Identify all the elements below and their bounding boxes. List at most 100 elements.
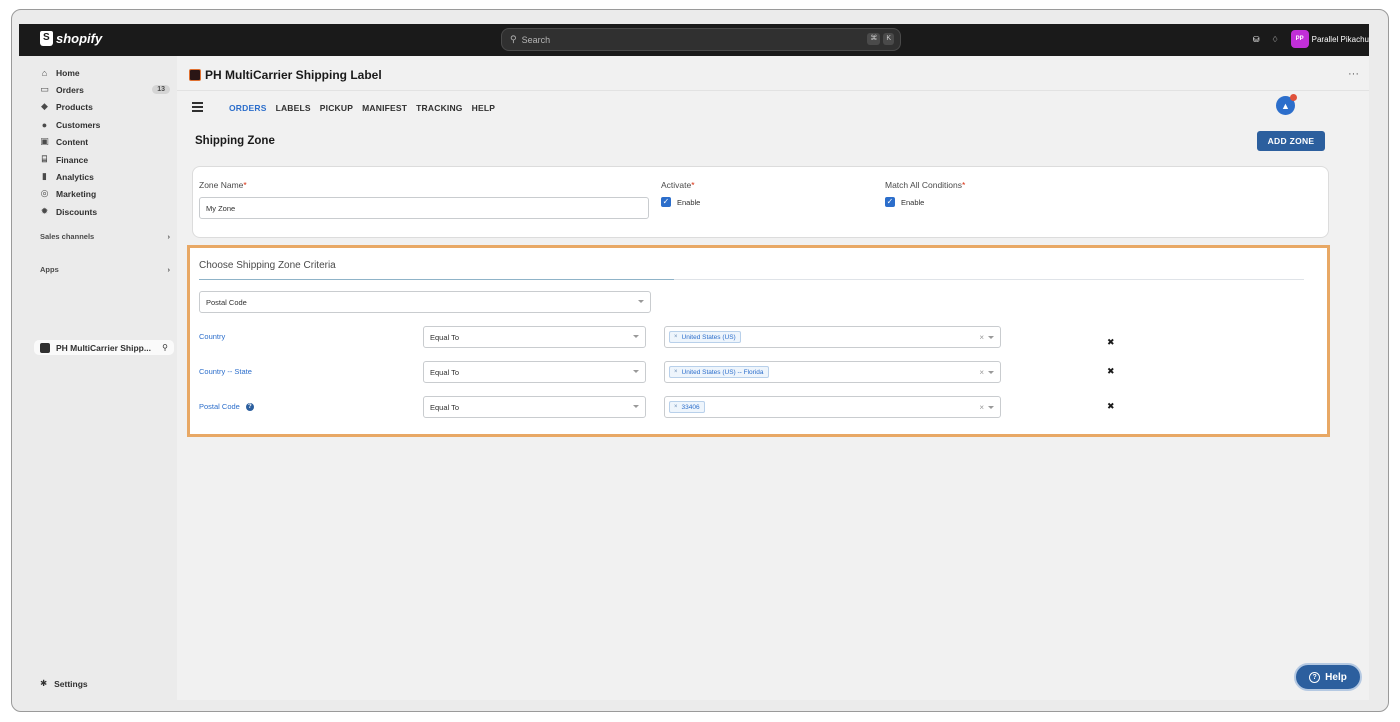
more-actions-icon[interactable]: ··· xyxy=(1348,68,1359,80)
apps-label: Apps xyxy=(40,265,59,274)
bell-glyph: ▲ xyxy=(1281,100,1290,111)
clear-icon[interactable]: × xyxy=(979,403,984,412)
selected-tag[interactable]: × 33406 xyxy=(669,401,705,413)
sidebar-item-products[interactable]: ◆ Products xyxy=(40,100,170,113)
notification-bell-icon[interactable]: ♢ xyxy=(1271,35,1278,44)
app-icon xyxy=(40,342,50,353)
store-icon[interactable]: ⛁ xyxy=(1253,35,1260,44)
delete-row-icon[interactable]: ✖ xyxy=(1107,337,1115,348)
zone-name-field[interactable] xyxy=(199,197,649,219)
criteria-row-label-country: Country xyxy=(199,332,226,341)
multiselect-controls: × xyxy=(979,368,994,377)
pin-icon[interactable]: ⚲ xyxy=(162,343,168,352)
match-all-label: Match All Conditions* xyxy=(885,180,966,190)
sales-channels-section[interactable]: Sales channels › xyxy=(40,232,170,241)
selected-tag[interactable]: × United States (US) xyxy=(669,331,741,343)
sidebar-item-orders[interactable]: ▭ Orders 13 xyxy=(40,83,170,96)
help-button-label: Help xyxy=(1325,671,1347,683)
state-operator-select[interactable]: Equal To xyxy=(423,361,646,383)
k-key: K xyxy=(883,33,894,45)
user-menu[interactable]: PP Parallel Pikachu xyxy=(1290,30,1369,48)
sidebar-item-finance[interactable]: ⌸ Finance xyxy=(40,153,170,166)
app-tabs: ORDERS LABELS PICKUP MANIFEST TRACKING H… xyxy=(229,103,495,113)
orders-count-badge: 13 xyxy=(152,85,170,94)
criteria-type-value: Postal Code xyxy=(206,297,247,307)
criteria-row-label-postal-code: Postal Code ? xyxy=(199,402,254,411)
match-option-label: Enable xyxy=(901,197,925,207)
question-icon[interactable]: ? xyxy=(245,402,254,411)
sidebar-item-discounts[interactable]: ✹ Discounts xyxy=(40,205,170,218)
search-icon: ⚲ xyxy=(510,34,517,44)
delete-row-icon[interactable]: ✖ xyxy=(1107,366,1115,377)
match-all-checkbox[interactable]: ✓ Enable xyxy=(885,197,924,207)
settings-label: Settings xyxy=(54,678,88,689)
chevron-right-icon: › xyxy=(167,232,171,241)
delete-row-icon[interactable]: ✖ xyxy=(1107,401,1115,412)
criteria-divider xyxy=(199,279,1304,280)
app-item-label: PH MultiCarrier Shipp... xyxy=(56,342,151,353)
selected-tag[interactable]: × United States (US) -- Florida xyxy=(669,366,769,378)
gear-icon: ✱ xyxy=(40,678,48,688)
person-icon: ● xyxy=(41,119,48,130)
country-value-multiselect[interactable]: × United States (US) × xyxy=(664,326,1001,348)
sidebar-item-home[interactable]: ⌂ Home xyxy=(40,66,170,79)
remove-tag-icon[interactable]: × xyxy=(674,369,678,375)
sidebar-app-ph-multicarrier[interactable]: PH MultiCarrier Shipp... ⚲ xyxy=(34,340,174,355)
sidebar-item-settings[interactable]: ✱ Settings xyxy=(40,678,88,689)
search-shortcut: ⌘ K xyxy=(867,33,894,45)
caret-down-icon[interactable] xyxy=(988,336,994,339)
sidebar-item-label: Content xyxy=(56,136,89,147)
activate-label: Activate* xyxy=(661,180,695,190)
activate-checkbox[interactable]: ✓ Enable xyxy=(661,197,700,207)
bank-icon: ⌸ xyxy=(41,154,48,164)
tab-tracking[interactable]: TRACKING xyxy=(416,103,462,113)
tab-manifest[interactable]: MANIFEST xyxy=(362,103,407,113)
hamburger-menu-icon[interactable] xyxy=(192,102,203,114)
operator-value: Equal To xyxy=(430,332,460,342)
remove-tag-icon[interactable]: × xyxy=(674,334,678,340)
sidebar-item-analytics[interactable]: ▮ Analytics xyxy=(40,170,170,183)
app-logo-icon xyxy=(189,69,201,81)
caret-down-icon xyxy=(633,405,639,408)
caret-down-icon[interactable] xyxy=(988,371,994,374)
postal-operator-select[interactable]: Equal To xyxy=(423,396,646,418)
activate-option-label: Enable xyxy=(677,197,701,207)
postal-value-multiselect[interactable]: × 33406 × xyxy=(664,396,1001,418)
brand-name: shopify xyxy=(56,31,103,46)
sidebar-item-customers[interactable]: ● Customers xyxy=(40,118,170,131)
tab-labels[interactable]: LABELS xyxy=(276,103,311,113)
tab-help[interactable]: HELP xyxy=(472,103,495,113)
tab-orders[interactable]: ORDERS xyxy=(229,103,267,113)
search-placeholder: Search xyxy=(521,34,551,45)
tab-pickup[interactable]: PICKUP xyxy=(320,103,353,113)
remove-tag-icon[interactable]: × xyxy=(674,404,678,410)
sidebar-item-label: Home xyxy=(56,67,80,78)
help-button[interactable]: ? Help xyxy=(1294,663,1362,691)
postal-code-label: Postal Code xyxy=(199,402,240,411)
shopify-logo[interactable]: shopify xyxy=(40,31,102,46)
operator-value: Equal To xyxy=(430,402,460,412)
sales-channels-label: Sales channels xyxy=(40,232,95,241)
criteria-type-select[interactable]: Postal Code xyxy=(199,291,651,313)
notification-dot xyxy=(1290,94,1297,101)
orders-icon: ▭ xyxy=(40,84,49,94)
sidebar-item-content[interactable]: ▣ Content xyxy=(40,135,170,148)
apps-section[interactable]: Apps › xyxy=(40,265,170,274)
clear-icon[interactable]: × xyxy=(979,368,984,377)
caret-down-icon[interactable] xyxy=(988,406,994,409)
sidebar-item-label: Finance xyxy=(56,154,89,165)
sidebar-item-marketing[interactable]: ◎ Marketing xyxy=(40,187,170,200)
caret-down-icon xyxy=(633,335,639,338)
menu-divider xyxy=(177,90,1369,91)
clear-icon[interactable]: × xyxy=(979,333,984,342)
top-bar: shopify ⚲ Search ⌘ K ⛁ ♢ PP Parallel Pik… xyxy=(19,24,1369,56)
checkbox-checked-icon: ✓ xyxy=(885,197,895,207)
chevron-right-icon: › xyxy=(167,265,171,274)
state-value-multiselect[interactable]: × United States (US) -- Florida × xyxy=(664,361,1001,383)
app-notification-bell-icon[interactable]: ▲ xyxy=(1276,94,1297,115)
search-input[interactable]: ⚲ Search ⌘ K xyxy=(501,28,901,51)
checkbox-checked-icon: ✓ xyxy=(661,197,671,207)
country-operator-select[interactable]: Equal To xyxy=(423,326,646,348)
add-zone-button[interactable]: ADD ZONE xyxy=(1257,131,1325,151)
zone-settings-card: Zone Name* Activate* ✓ Enable Match All … xyxy=(192,166,1329,238)
